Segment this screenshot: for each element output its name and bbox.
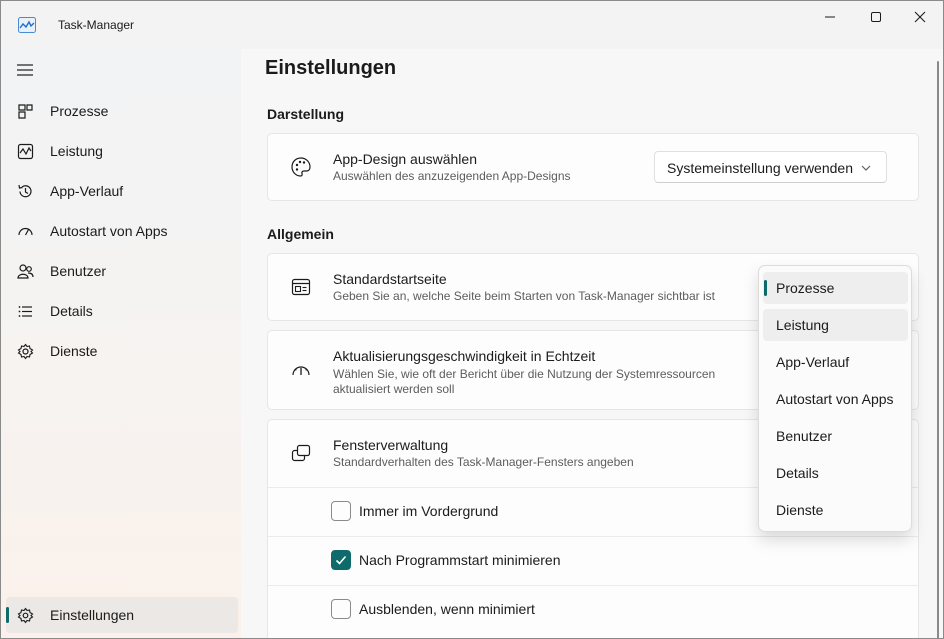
performance-icon xyxy=(17,143,34,160)
dropdown-option-benutzer[interactable]: Benutzer xyxy=(763,420,908,452)
selected-indicator xyxy=(764,280,767,296)
sidebar-item-label: Dienste xyxy=(50,343,98,359)
active-indicator xyxy=(6,607,9,623)
section-title-allgemein: Allgemein xyxy=(267,226,334,242)
sidebar-item-label: Prozesse xyxy=(50,103,109,119)
always-on-top-checkbox[interactable] xyxy=(331,501,351,521)
dropdown-option-label: Benutzer xyxy=(776,428,833,444)
dropdown-option-prozesse[interactable]: Prozesse xyxy=(763,272,908,304)
sidebar-item-autostart[interactable]: Autostart von Apps xyxy=(6,213,238,249)
app-design-title: App-Design auswählen xyxy=(333,151,477,167)
page-title: Einstellungen xyxy=(265,57,397,79)
app-design-select[interactable]: Systemeinstellung verwenden xyxy=(654,151,887,183)
start-page-description: Geben Sie an, welche Seite beim Starten … xyxy=(333,289,715,303)
dropdown-option-label: Leistung xyxy=(776,317,829,333)
users-icon xyxy=(17,264,34,279)
app-design-card: App-Design auswählen Auswählen des anzuz… xyxy=(267,133,919,201)
hamburger-icon[interactable] xyxy=(16,63,36,77)
start-page-dropdown: Prozesse Leistung App-Verlauf Autostart … xyxy=(758,265,912,532)
details-list-icon xyxy=(18,306,32,317)
processes-icon xyxy=(18,104,33,119)
minimize-on-start-label: Nach Programmstart minimieren xyxy=(359,552,561,568)
sidebar-item-details[interactable]: Details xyxy=(6,293,238,329)
sidebar-item-label: Details xyxy=(50,303,93,319)
option-hide-when-minimized[interactable]: Ausblenden, wenn minimiert xyxy=(268,585,918,634)
task-manager-window: Task-Manager Prozesse Leistung App-Verla… xyxy=(0,0,944,639)
window-stack-icon xyxy=(291,444,311,462)
section-title-darstellung: Darstellung xyxy=(267,106,345,122)
sidebar-item-label: Einstellungen xyxy=(50,607,135,623)
vertical-scrollbar[interactable] xyxy=(937,61,939,638)
close-button[interactable] xyxy=(897,1,943,33)
app-design-description: Auswählen des anzuzeigenden App-Designs xyxy=(333,169,571,183)
title-bar[interactable]: Task-Manager xyxy=(1,1,943,49)
dropdown-option-dienste[interactable]: Dienste xyxy=(763,494,908,526)
always-on-top-label: Immer im Vordergrund xyxy=(359,503,499,519)
dropdown-option-label: Dienste xyxy=(776,502,824,518)
close-icon xyxy=(914,11,926,23)
dropdown-option-label: Prozesse xyxy=(776,280,835,296)
services-gear-icon xyxy=(17,343,34,360)
sidebar-item-label: Autostart von Apps xyxy=(50,223,168,239)
maximize-icon xyxy=(871,12,881,22)
sidebar-item-benutzer[interactable]: Benutzer xyxy=(6,253,238,289)
chevron-down-icon xyxy=(861,165,871,171)
task-manager-app-icon xyxy=(18,17,36,33)
dropdown-option-app-verlauf[interactable]: App-Verlauf xyxy=(763,346,908,378)
sidebar-item-label: Leistung xyxy=(50,143,103,159)
update-speed-description-line1: Wählen Sie, wie oft der Bericht über die… xyxy=(333,367,716,381)
history-icon xyxy=(18,184,32,198)
sidebar-item-dienste[interactable]: Dienste xyxy=(6,333,238,369)
settings-gear-icon xyxy=(17,607,34,624)
dropdown-option-label: Autostart von Apps xyxy=(776,391,894,407)
window-management-title: Fensterverwaltung xyxy=(333,437,449,453)
start-page-title: Standardstartseite xyxy=(333,271,447,287)
update-speed-title: Aktualisierungsgeschwindigkeit in Echtze… xyxy=(333,348,596,364)
window-management-description: Standardverhalten des Task-Manager-Fenst… xyxy=(333,455,634,469)
dropdown-option-details[interactable]: Details xyxy=(763,457,908,489)
update-speed-description-line2: aktualisiert werden soll xyxy=(333,382,455,396)
minimize-icon xyxy=(825,16,835,18)
dropdown-option-label: App-Verlauf xyxy=(776,354,850,370)
window-title: Task-Manager xyxy=(58,18,135,32)
sidebar-item-einstellungen[interactable]: Einstellungen xyxy=(6,597,238,633)
sidebar-item-label: Benutzer xyxy=(50,263,107,279)
minimize-on-start-checkbox[interactable] xyxy=(331,550,351,570)
palette-icon xyxy=(291,157,311,177)
checkmark-icon xyxy=(335,555,347,565)
start-page-icon xyxy=(291,278,311,296)
dropdown-option-leistung[interactable]: Leistung xyxy=(763,309,908,341)
sidebar: Prozesse Leistung App-Verlauf Autostart … xyxy=(1,49,241,638)
sidebar-item-app-verlauf[interactable]: App-Verlauf xyxy=(6,173,238,209)
maximize-button[interactable] xyxy=(853,1,899,33)
hide-when-minimized-label: Ausblenden, wenn minimiert xyxy=(359,601,535,617)
startup-gauge-icon xyxy=(18,227,33,236)
option-minimize-on-start[interactable]: Nach Programmstart minimieren xyxy=(268,536,918,585)
sidebar-item-label: App-Verlauf xyxy=(50,183,124,199)
sidebar-item-leistung[interactable]: Leistung xyxy=(6,133,238,169)
minimize-button[interactable] xyxy=(807,1,853,33)
speed-gauge-icon xyxy=(292,366,310,376)
sidebar-item-prozesse[interactable]: Prozesse xyxy=(6,93,238,129)
dropdown-option-autostart[interactable]: Autostart von Apps xyxy=(763,383,908,415)
app-design-selected-value: Systemeinstellung verwenden xyxy=(667,160,853,176)
dropdown-option-label: Details xyxy=(776,465,819,481)
hide-when-minimized-checkbox[interactable] xyxy=(331,599,351,619)
